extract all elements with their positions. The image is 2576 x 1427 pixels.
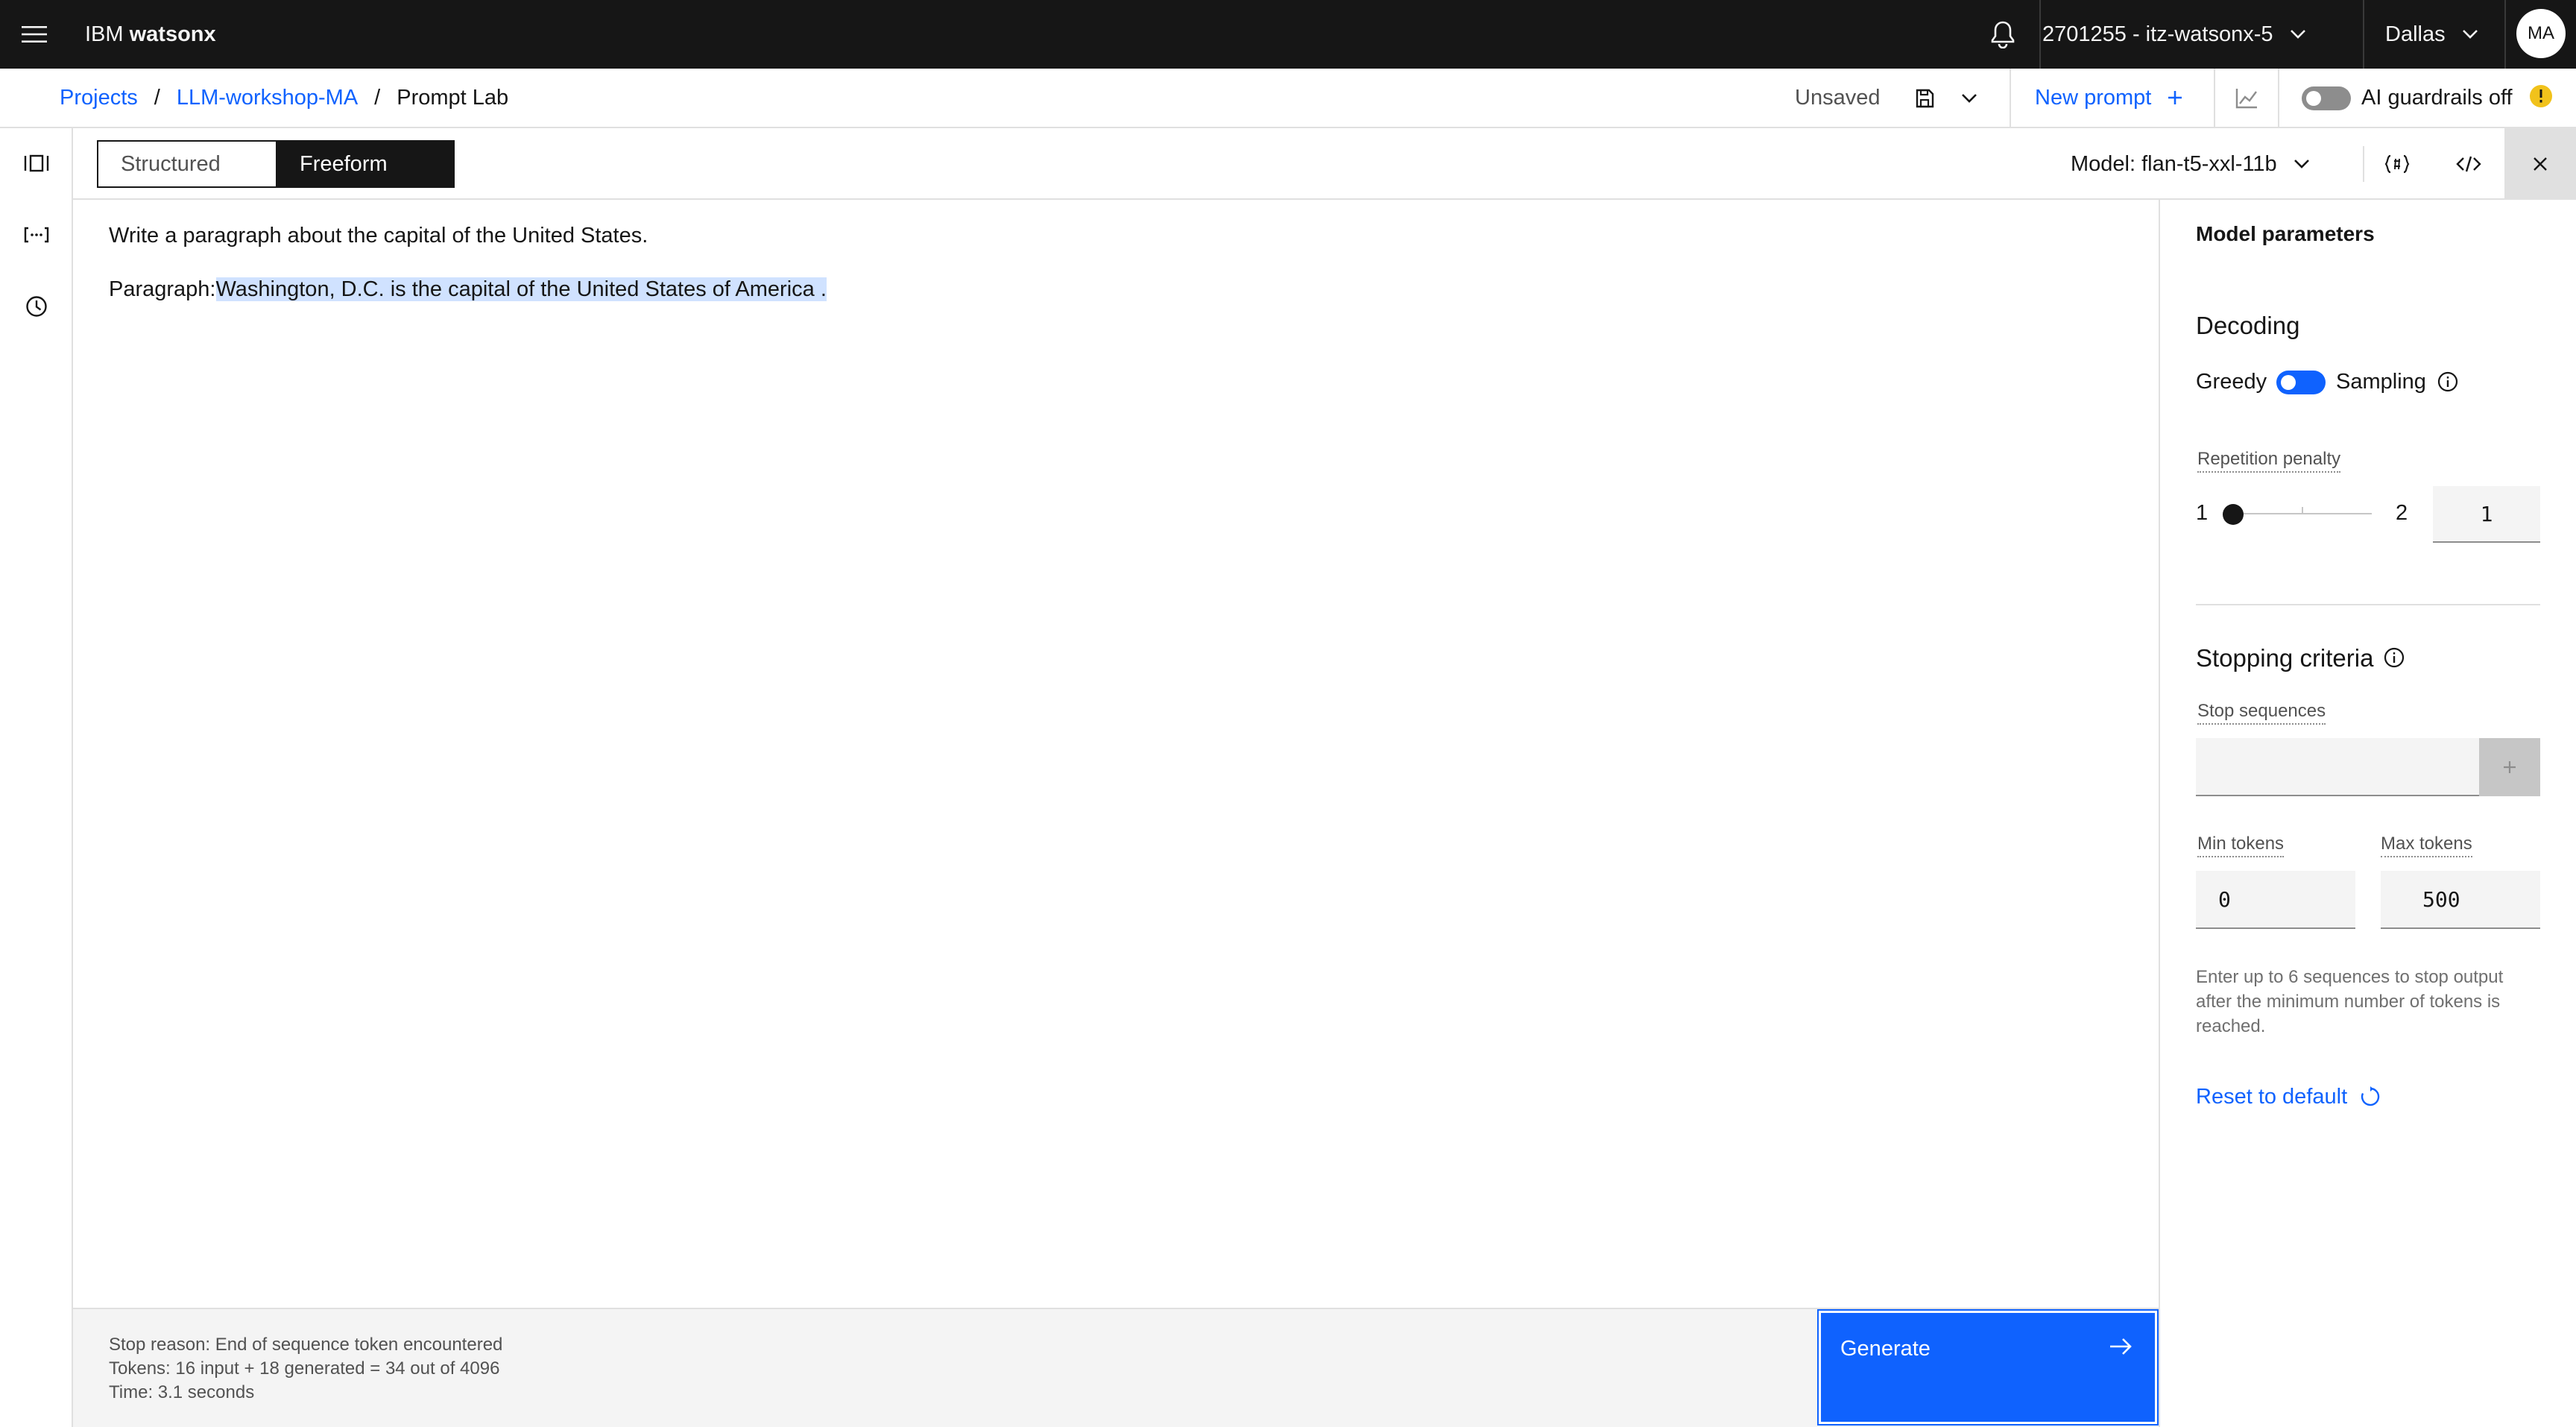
reset-icon [2361, 1086, 2380, 1106]
top-header: IBM watsonx 2701255 - itz-watsonx-5 Dall… [0, 0, 2576, 69]
divider [2010, 69, 2011, 127]
min-tokens-label: Min tokens [2197, 834, 2285, 857]
repetition-penalty-label: Repetition penalty [2197, 449, 2341, 473]
sample-prompts-icon[interactable] [18, 145, 55, 182]
chart-icon[interactable] [2230, 82, 2263, 115]
model-selector[interactable]: Model: flan-t5-xxl-11b [2071, 128, 2310, 200]
max-tokens-label: Max tokens [2381, 834, 2472, 857]
breadcrumb-project[interactable]: LLM-workshop-MA [177, 86, 358, 110]
chevron-down-icon [2290, 30, 2305, 39]
slider-min-label: 1 [2196, 501, 2209, 525]
chevron-down-icon [2462, 30, 2478, 39]
header-divider [2039, 0, 2041, 69]
section-divider [2196, 604, 2540, 605]
account-switcher[interactable]: 2701255 - itz-watsonx-5 [2042, 0, 2306, 69]
save-icon[interactable] [1910, 84, 1939, 113]
info-icon[interactable] [2382, 646, 2406, 670]
user-avatar[interactable]: MA [2516, 9, 2566, 58]
generated-text: Washington, D.C. is the capital of the U… [215, 277, 827, 301]
plus-icon [2168, 91, 2182, 104]
toggle-knob [2281, 375, 2296, 390]
warning-icon [2530, 85, 2552, 107]
region-switcher[interactable]: Dallas [2385, 0, 2478, 69]
view-code-icon[interactable] [2451, 146, 2487, 182]
add-stop-sequence-button[interactable] [2479, 738, 2540, 796]
new-prompt-label: New prompt [2035, 85, 2152, 110]
divider [2278, 69, 2279, 127]
stop-sequences-helper-text: Enter up to 6 sequences to stop output a… [2196, 967, 2504, 1036]
breadcrumb-bar: Projects / LLM-workshop-MA / Prompt Lab … [0, 69, 2576, 128]
repetition-penalty-slider-thumb[interactable] [2223, 504, 2244, 525]
slider-max-label: 2 [2396, 501, 2408, 525]
header-divider [2504, 0, 2506, 69]
brand-prefix: IBM [85, 22, 124, 46]
generate-button[interactable]: Generate [1817, 1309, 2159, 1426]
stop-sequence-input[interactable] [2196, 738, 2479, 796]
toggle-knob [2306, 91, 2321, 106]
divider [2214, 69, 2215, 127]
repetition-penalty-input[interactable]: 1 [2433, 486, 2540, 543]
chevron-down-icon [2294, 160, 2309, 168]
left-rail [0, 128, 73, 1427]
stop-sequences-label: Stop sequences [2197, 701, 2326, 725]
new-prompt-button[interactable]: New prompt [2035, 69, 2182, 127]
breadcrumb-separator: / [154, 85, 160, 110]
panel-title: Model parameters [2196, 222, 2375, 245]
breadcrumb: Projects / LLM-workshop-MA / Prompt Lab [60, 69, 508, 127]
product-name[interactable]: IBM watsonx [85, 0, 216, 69]
decoding-greedy-label: Greedy [2196, 370, 2267, 394]
variables-icon[interactable] [18, 216, 55, 253]
repetition-penalty-slider-track[interactable] [2244, 513, 2372, 514]
decoding-sampling-label: Sampling [2336, 370, 2426, 394]
stopping-criteria-heading: Stopping criteria [2196, 644, 2374, 672]
save-status: Unsaved [1795, 86, 1881, 110]
breadcrumb-projects[interactable]: Projects [60, 86, 138, 110]
breadcrumb-current: Prompt Lab [397, 85, 509, 110]
slider-tick [2302, 507, 2303, 513]
brand-name: watsonx [129, 22, 216, 46]
hamburger-menu-icon[interactable] [16, 18, 52, 51]
tab-freeform[interactable]: Freeform [276, 140, 455, 188]
prompt-prefix: Paragraph: [109, 277, 216, 301]
generation-time: Time: 3.1 seconds [109, 1382, 255, 1402]
min-tokens-input[interactable]: 0 [2196, 871, 2355, 929]
reset-to-default-link[interactable]: Reset to default [2196, 1078, 2381, 1115]
decoding-toggle[interactable] [2276, 371, 2326, 394]
guardrails-toggle[interactable] [2302, 86, 2351, 110]
decoding-heading: Decoding [2196, 312, 2300, 339]
header-divider [2363, 0, 2364, 69]
save-menu-chevron-icon[interactable] [1954, 84, 1984, 113]
prompt-editor[interactable] [73, 200, 2159, 1309]
history-icon[interactable] [18, 288, 55, 325]
model-name: Model: flan-t5-xxl-11b [2071, 151, 2277, 176]
stop-reason: Stop reason: End of sequence token encou… [109, 1335, 503, 1355]
token-count: Tokens: 16 input + 18 generated = 34 out… [109, 1358, 500, 1379]
guardrails-label: AI guardrails off [2361, 86, 2513, 110]
plus-icon [2504, 761, 2516, 773]
close-panel-icon[interactable] [2504, 128, 2576, 200]
reset-label: Reset to default [2196, 1084, 2348, 1109]
arrow-right-icon [2110, 1338, 2132, 1355]
tab-structured[interactable]: Structured [97, 140, 276, 188]
info-icon[interactable] [2436, 370, 2460, 394]
divider [2363, 146, 2364, 182]
prompt-instruction: Write a paragraph about the capital of t… [109, 224, 648, 248]
generate-label: Generate [1840, 1337, 1931, 1361]
prompt-output-line: Paragraph:Washington, D.C. is the capita… [109, 277, 827, 302]
notification-bell-icon[interactable] [1983, 16, 2023, 52]
prompt-variables-icon[interactable] [2379, 146, 2415, 182]
max-tokens-input[interactable]: 500 [2381, 871, 2540, 929]
mode-switcher: Structured Freeform [97, 140, 455, 188]
account-name: 2701255 - itz-watsonx-5 [2042, 22, 2273, 46]
region-name: Dallas [2385, 22, 2446, 46]
breadcrumb-separator: / [374, 85, 381, 110]
